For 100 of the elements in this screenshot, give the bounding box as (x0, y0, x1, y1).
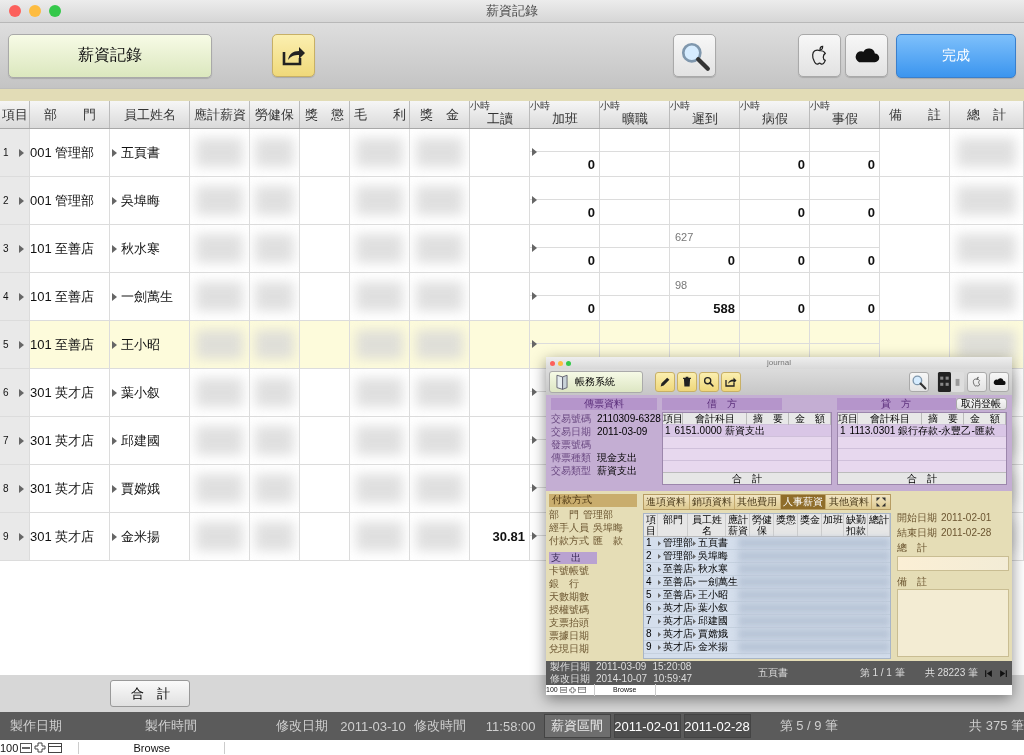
blurred-value (415, 426, 464, 455)
row-number: 1 (840, 425, 846, 436)
field-label: 銀 行 (549, 577, 579, 590)
disclosure-icon (658, 566, 661, 572)
field-label: 卡號帳號 (549, 564, 589, 577)
column-label: 事假 (830, 111, 859, 126)
row-number: 1 (3, 147, 9, 158)
blurred-value (254, 426, 295, 455)
share-icon (724, 375, 738, 389)
disclosure-icon (532, 532, 537, 540)
table-cell-text: 賈嫦娥 (698, 628, 729, 640)
share-button[interactable] (721, 372, 741, 392)
apple-button[interactable] (798, 34, 841, 77)
tab[interactable]: 其他資料 (826, 495, 872, 509)
total-button[interactable]: 合 計 (110, 680, 190, 707)
row-number: 2 (3, 195, 9, 206)
table-cell: 1113.0301 銀行存款-永豐乙-匯款 (849, 425, 995, 436)
table-cell: 管理部 (663, 550, 693, 562)
field-label: 兌現日期 (549, 642, 589, 655)
layout-button[interactable]: 薪資記錄 (8, 33, 212, 78)
note-text: 98 (675, 279, 688, 291)
disclosure-icon (112, 148, 117, 157)
disclosure-icon (18, 148, 24, 157)
zoom-out-icon[interactable] (559, 687, 567, 693)
disclosure-icon (658, 592, 661, 598)
blurred-value (355, 330, 404, 359)
share-button[interactable] (272, 34, 315, 77)
table-cell: 0 (797, 252, 805, 268)
blurred-value (355, 234, 404, 263)
zoom-in-icon[interactable] (34, 741, 47, 754)
disclosure-icon (112, 484, 117, 493)
table-cell: 0 (727, 252, 735, 268)
status-text: 製作日期 (10, 717, 63, 735)
status-text: 製作時間 (144, 717, 198, 735)
disclosure-icon (18, 292, 24, 301)
row-number: 2 (645, 550, 653, 562)
field-value: 吳埠晦 (593, 521, 623, 534)
memo-field[interactable] (897, 589, 1009, 657)
field-value: 匯 款 (593, 534, 623, 547)
row-number: 4 (645, 576, 653, 588)
field-label: 部 門 (549, 508, 579, 521)
status-text: 製作日期 (550, 661, 590, 673)
table-cell: 管理部 (663, 537, 693, 549)
tab[interactable]: 銷項資料 (689, 495, 736, 509)
column-label: 病假 (760, 111, 789, 126)
table-cell: 英才店 (663, 641, 693, 653)
blurred-value (415, 330, 464, 359)
row-number: 1 (645, 537, 653, 549)
blurred-value (355, 522, 404, 551)
section-header: 借 方 (662, 398, 782, 410)
search-button[interactable] (673, 34, 716, 77)
column-header: 毛 利 (350, 101, 410, 128)
first-record-icon[interactable] (984, 668, 993, 678)
table-cell: 賈嫦娥 (121, 479, 160, 498)
cloud-button[interactable] (845, 34, 888, 77)
table-cell-text: 吳埠晦 (698, 550, 729, 562)
field-label: 經手人員 (549, 521, 589, 534)
disclosure-icon (532, 292, 537, 300)
disclosure-icon (112, 532, 117, 541)
blurred-value (355, 426, 404, 455)
status-text: 共 28223 筆 (924, 667, 978, 679)
column-header: 部門 (658, 514, 688, 536)
tab[interactable]: 其他費用 (735, 495, 781, 509)
search-button[interactable] (699, 372, 719, 392)
blurred-value (195, 234, 244, 263)
layout-icon[interactable] (48, 742, 63, 753)
row-number: 4 (3, 291, 9, 302)
tab[interactable]: 人事薪資 (780, 495, 827, 509)
blurred-value (415, 234, 464, 263)
blurred-value (195, 522, 244, 551)
table-cell: 0 (797, 156, 805, 172)
zoom-out-icon[interactable] (20, 742, 33, 753)
disclosure-icon (658, 579, 661, 585)
row-number: 5 (3, 339, 9, 350)
search-button[interactable] (909, 372, 929, 392)
tab[interactable]: 進項資料 (644, 495, 690, 509)
unit-label: 小時 (530, 101, 551, 111)
cloud-button[interactable] (989, 372, 1009, 392)
blurred-value (254, 282, 295, 311)
note-text: 627 (675, 231, 694, 243)
app-button[interactable]: 帳務系統 (549, 371, 643, 393)
column-header: 獎 金 (410, 101, 470, 128)
blurred-value (355, 186, 404, 215)
edit-button[interactable] (655, 372, 675, 392)
blurred-value (254, 138, 295, 167)
zoom-in-icon[interactable] (568, 686, 576, 694)
zoom-level: 100 (0, 741, 19, 754)
disclosure-icon (693, 579, 696, 585)
layout-icon[interactable] (577, 687, 586, 693)
cancel-button[interactable]: 取消登帳 (955, 398, 1007, 410)
unit-label: 小時 (670, 101, 691, 111)
view-toggle[interactable] (937, 372, 965, 392)
last-record-icon[interactable] (999, 668, 1008, 678)
row-number: 8 (645, 628, 653, 640)
table-cell: 0 (797, 204, 805, 220)
delete-button[interactable] (677, 372, 697, 392)
blurred-value (254, 330, 295, 359)
blurred-value (254, 474, 295, 503)
pencil-icon (658, 375, 672, 389)
expand-icon[interactable] (874, 496, 887, 508)
